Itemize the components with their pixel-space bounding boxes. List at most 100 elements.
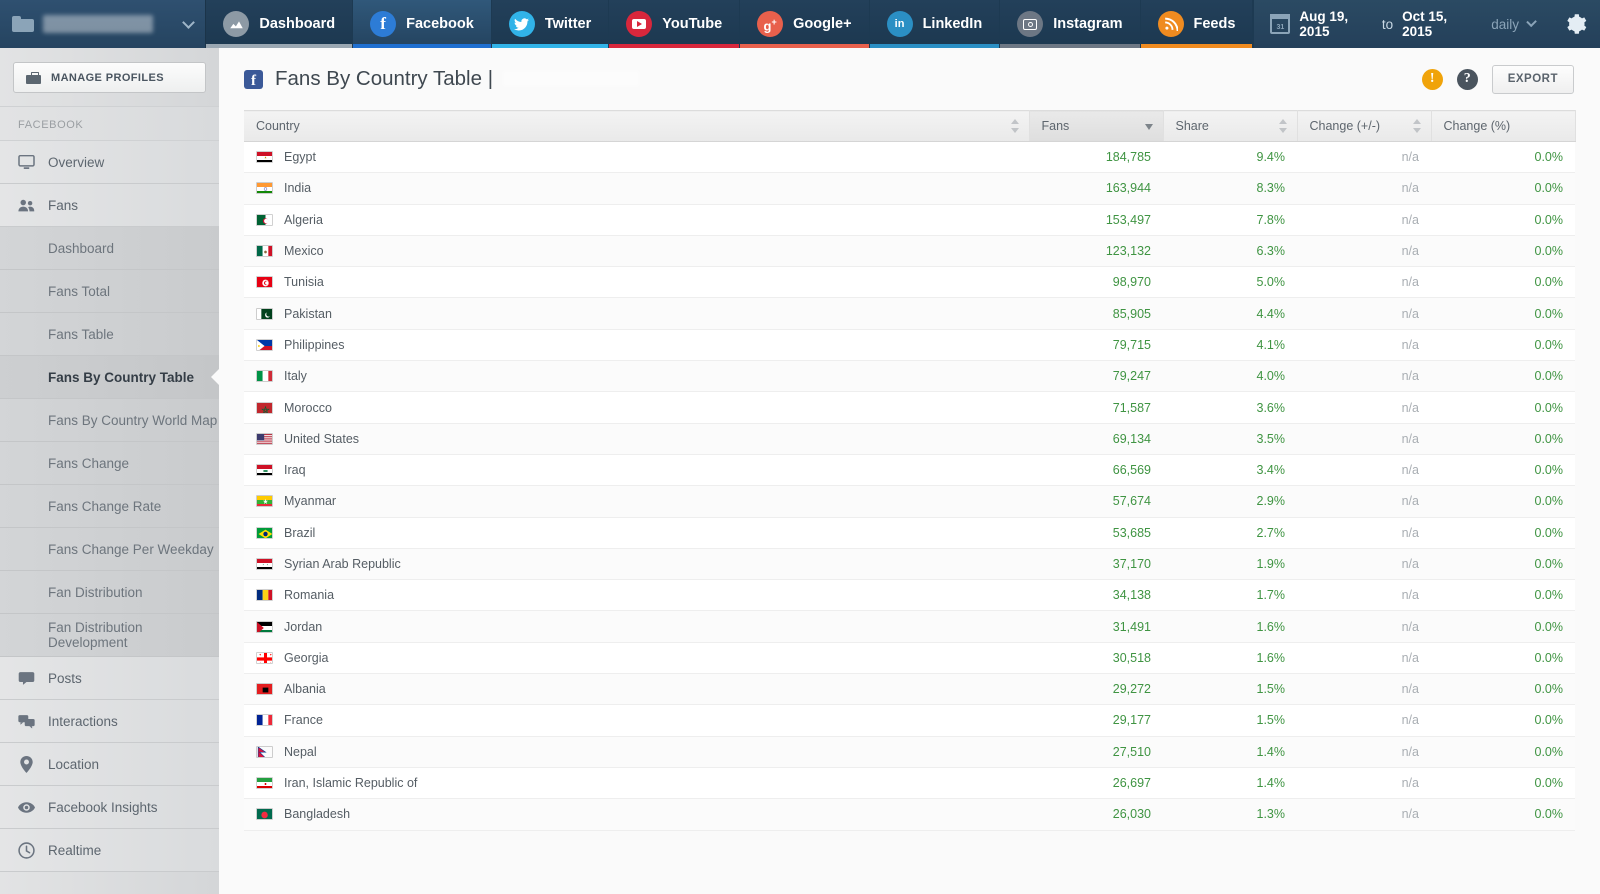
country-cell: Georgia [244, 642, 1029, 675]
share-cell: 7.8% [1163, 204, 1297, 236]
flag-icon [256, 464, 273, 477]
sidebar-subitem-fans-table[interactable]: Fans Table [0, 313, 219, 356]
flag-icon [256, 307, 273, 320]
nav-tab-google-[interactable]: g+ Google+ [740, 0, 870, 48]
table-col-header-share[interactable]: Share [1163, 110, 1298, 142]
sort-icon[interactable] [1412, 118, 1422, 134]
sidebar-item-facebook-insights[interactable]: Facebook Insights [0, 786, 219, 829]
country-name: Iran, Islamic Republic of [284, 776, 418, 791]
fans-cell: 85,905 [1029, 297, 1163, 330]
sidebar-item-realtime[interactable]: Realtime [0, 829, 219, 872]
fans-cell: 29,272 [1029, 673, 1163, 706]
sidebar-subitem-fans-by-country-world-map[interactable]: Fans By Country World Map [0, 399, 219, 442]
flag-icon [256, 808, 273, 821]
table-row[interactable]: Myanmar 57,674 2.9% n/a 0.0% [244, 485, 1575, 518]
nav-tab-twitter[interactable]: Twitter [491, 0, 610, 48]
date-range-picker[interactable]: 31 Aug 19, 2015 to Oct 15, 2015 daily [1253, 0, 1552, 48]
profile-selector[interactable] [0, 0, 207, 48]
sidebar-item-label: Location [48, 756, 100, 772]
table-row[interactable]: Bangladesh 26,030 1.3% n/a 0.0% [244, 798, 1575, 831]
table-row[interactable]: Albania 29,272 1.5% n/a 0.0% [244, 673, 1575, 706]
change-abs-cell: n/a [1297, 610, 1431, 643]
change-abs-cell: n/a [1297, 235, 1431, 268]
table-row[interactable]: Algeria 153,497 7.8% n/a 0.0% [244, 204, 1575, 236]
settings-button[interactable] [1551, 0, 1600, 48]
sidebar-subitem-fans-change-rate[interactable]: Fans Change Rate [0, 485, 219, 528]
table-row[interactable]: Nepal 27,510 1.4% n/a 0.0% [244, 736, 1575, 768]
sidebar-item-overview[interactable]: Overview [0, 141, 219, 184]
table-row[interactable]: Italy 79,247 4.0% n/a 0.0% [244, 360, 1575, 393]
flag-icon [256, 213, 273, 226]
sidebar-item-fans[interactable]: Fans [0, 184, 219, 227]
sort-icon[interactable] [1278, 118, 1288, 134]
change-abs-cell: n/a [1297, 454, 1431, 487]
table-row[interactable]: Pakistan 85,905 4.4% n/a 0.0% [244, 297, 1575, 330]
change-abs-cell: n/a [1297, 266, 1431, 299]
country-name: Romania [284, 588, 335, 603]
export-button[interactable]: EXPORT [1491, 64, 1574, 94]
nav-tab-underline [206, 44, 353, 48]
table-row[interactable]: Syrian Arab Republic 37,170 1.9% n/a 0.0% [244, 548, 1575, 581]
table-col-header-country[interactable]: Country [244, 110, 1030, 142]
change-pct-cell: 0.0% [1431, 673, 1575, 706]
sidebar-item-interactions[interactable]: Interactions [0, 700, 219, 743]
manage-profiles-button[interactable]: MANAGE PROFILES [13, 62, 206, 93]
table-row[interactable]: Egypt 184,785 9.4% n/a 0.0% [244, 141, 1575, 174]
nav-tab-linkedin[interactable]: in LinkedIn [869, 0, 1001, 48]
sidebar-subitem-fans-change[interactable]: Fans Change [0, 442, 219, 485]
nav-tab-youtube[interactable]: YouTube [609, 0, 741, 48]
sidebar-item-label: Interactions [48, 713, 118, 729]
nav-tab-label: Google+ [793, 16, 852, 32]
country-cell: Iran, Islamic Republic of [244, 767, 1029, 800]
sort-icon[interactable] [1010, 118, 1020, 134]
change-abs-cell: n/a [1297, 329, 1431, 362]
table-col-header-change-[interactable]: Change (%) [1431, 110, 1576, 142]
share-cell: 9.4% [1163, 141, 1297, 174]
sidebar-item-posts[interactable]: Posts [0, 657, 219, 700]
table-row[interactable]: Romania 34,138 1.7% n/a 0.0% [244, 579, 1575, 612]
table-row[interactable]: Georgia 30,518 1.6% n/a 0.0% [244, 642, 1575, 675]
table-row[interactable]: Jordan 31,491 1.6% n/a 0.0% [244, 610, 1575, 643]
nav-tab-instagram[interactable]: Instagram [1000, 0, 1141, 48]
date-range-end: Oct 15, 2015 [1402, 9, 1448, 39]
sort-icon[interactable] [1144, 118, 1154, 134]
nav-tab-facebook[interactable]: f Facebook [353, 0, 492, 48]
nav-tab-label: LinkedIn [922, 16, 983, 32]
flag-icon [256, 245, 273, 258]
table-row[interactable]: Morocco 71,587 3.6% n/a 0.0% [244, 391, 1575, 424]
warning-icon[interactable]: ! [1421, 68, 1443, 90]
table-row[interactable]: Iraq 66,569 3.4% n/a 0.0% [244, 454, 1575, 487]
sidebar-subitem-fan-distribution[interactable]: Fan Distribution [0, 571, 219, 614]
sidebar-subitem-fans-by-country-table[interactable]: Fans By Country Table [0, 356, 219, 399]
table-row[interactable]: France 29,177 1.5% n/a 0.0% [244, 704, 1575, 737]
change-pct-cell: 0.0% [1431, 485, 1575, 518]
sidebar-subitem-fan-distribution-development[interactable]: Fan Distribution Development [0, 614, 219, 657]
sidebar-subitem-dashboard[interactable]: Dashboard [0, 227, 219, 270]
sidebar-section-label: FACEBOOK [0, 106, 219, 141]
help-icon[interactable]: ? [1456, 68, 1478, 90]
flag-icon [256, 495, 273, 508]
flag-icon [256, 401, 273, 414]
nav-tab-feeds[interactable]: Feeds [1140, 0, 1254, 48]
change-pct-cell: 0.0% [1431, 329, 1575, 362]
table-row[interactable]: India 163,944 8.3% n/a 0.0% [244, 172, 1575, 205]
table-row[interactable]: Brazil 53,685 2.7% n/a 0.0% [244, 517, 1575, 549]
country-cell: Morocco [244, 391, 1029, 424]
fans-cell: 98,970 [1029, 266, 1163, 299]
table-header-row: Country Fans Share Change (+/-) Change (%) [244, 110, 1576, 142]
change-pct-cell: 0.0% [1431, 798, 1575, 831]
table-col-header-fans[interactable]: Fans [1029, 110, 1164, 142]
nav-tab-dashboard[interactable]: Dashboard [206, 0, 354, 48]
change-pct-cell: 0.0% [1431, 266, 1575, 299]
sidebar-subitem-fans-total[interactable]: Fans Total [0, 270, 219, 313]
table-col-header-change-[interactable]: Change (+/-) [1297, 110, 1432, 142]
table-row[interactable]: United States 69,134 3.5% n/a 0.0% [244, 423, 1575, 455]
table-row[interactable]: Philippines 79,715 4.1% n/a 0.0% [244, 329, 1575, 362]
sidebar-item-location[interactable]: Location [0, 743, 219, 786]
change-pct-cell: 0.0% [1431, 579, 1575, 612]
table-row[interactable]: Mexico 123,132 6.3% n/a 0.0% [244, 235, 1575, 268]
table-row[interactable]: Iran, Islamic Republic of 26,697 1.4% n/a 0.… [244, 767, 1575, 800]
sidebar-item-label: Fans [48, 197, 79, 213]
table-row[interactable]: Tunisia 98,970 5.0% n/a 0.0% [244, 266, 1575, 299]
sidebar-subitem-fans-change-per-weekday[interactable]: Fans Change Per Weekday [0, 528, 219, 571]
